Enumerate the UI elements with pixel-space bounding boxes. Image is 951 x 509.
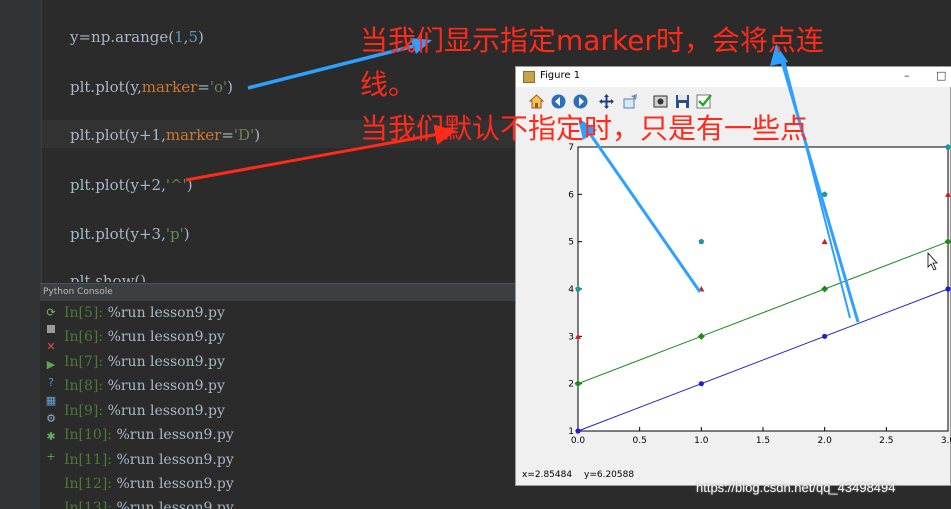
x-tick-label: 0.5: [633, 436, 647, 446]
y-tick-label: 3: [568, 332, 574, 342]
data-point: [822, 333, 828, 339]
code-line-4[interactable]: plt.plot(y+2,'^'): [70, 176, 193, 194]
editor-gutter: [0, 0, 42, 509]
close-icon[interactable]: ✕: [45, 341, 57, 353]
help-icon[interactable]: ?: [45, 377, 57, 389]
x-tick-label: 2.5: [879, 436, 893, 446]
data-point: [698, 381, 704, 387]
figure-app-icon: [523, 71, 535, 83]
back-icon[interactable]: [550, 93, 567, 110]
x-tick-label: 0.0: [571, 436, 586, 446]
stop-icon[interactable]: [45, 323, 57, 335]
settings-icon[interactable]: ⚙: [45, 413, 57, 425]
add-icon[interactable]: +: [45, 451, 57, 463]
run-icon[interactable]: ▶: [45, 359, 57, 371]
axes-frame: [577, 146, 949, 432]
data-point: [575, 428, 581, 434]
y-tick-label: 6: [568, 190, 574, 200]
console-line: In[9]: %run lesson9.py: [64, 403, 225, 419]
console-title: Python Console: [40, 283, 516, 301]
x-tick-label: 1.0: [694, 436, 709, 446]
figure-titlebar[interactable]: Figure 1 – □: [516, 67, 951, 87]
console-line: In[13]: %run lesson9.py: [64, 500, 234, 509]
zoom-icon[interactable]: [622, 93, 639, 110]
code-line-6[interactable]: plt.show(): [70, 272, 146, 282]
annotation-line3: 当我们默认不指定时，只是有一些点: [360, 112, 809, 145]
cursor-y-readout: y=6.20588: [584, 470, 635, 480]
data-point: [945, 144, 951, 150]
console-line: In[7]: %run lesson9.py: [64, 354, 225, 370]
y-tick-label: 4: [568, 285, 574, 295]
x-tick-label: 1.5: [756, 436, 770, 446]
home-icon[interactable]: [528, 93, 545, 110]
y-tick-label: 2: [568, 380, 574, 390]
console-line: In[11]: %run lesson9.py: [64, 452, 234, 468]
save-icon[interactable]: [674, 93, 691, 110]
code-line-5[interactable]: plt.plot(y+3,'p'): [70, 225, 190, 243]
data-point: [945, 286, 951, 292]
watermark: https://blog.csdn.net/qq_43498494: [696, 480, 896, 495]
annotation-line2: 线。: [360, 68, 417, 101]
maximize-button[interactable]: □: [936, 69, 946, 82]
minimize-button[interactable]: –: [904, 69, 910, 82]
code-line-3[interactable]: plt.plot(y+1,marker='D'): [70, 126, 260, 144]
code-line-1[interactable]: y=np.arange(1,5): [70, 28, 204, 46]
pan-icon[interactable]: [598, 93, 615, 110]
debug-icon[interactable]: ✱: [45, 431, 57, 443]
y-tick-label: 1: [568, 427, 574, 437]
console-line: In[5]: %run lesson9.py: [64, 305, 225, 321]
x-tick-label: 2.0: [818, 436, 833, 446]
y-tick-label: 5: [568, 238, 574, 248]
console-line: In[10]: %run lesson9.py: [64, 427, 234, 443]
console-line: In[6]: %run lesson9.py: [64, 329, 225, 345]
subplots-icon[interactable]: [652, 93, 669, 110]
plot-canvas[interactable]: 0.00.51.01.52.02.53.01234567: [516, 115, 951, 465]
code-line-2[interactable]: plt.plot(y,marker='o'): [70, 78, 233, 96]
check-icon[interactable]: [696, 93, 713, 110]
figure-title: Figure 1: [540, 70, 581, 81]
console-line: In[8]: %run lesson9.py: [64, 378, 225, 394]
console-toolbar: ⟳ ✕ ▶ ? ▦ ⚙ ✱ +: [42, 301, 60, 509]
rerun-icon[interactable]: ⟳: [45, 307, 57, 319]
forward-icon[interactable]: [572, 93, 589, 110]
annotation-line1: 当我们显示指定marker时，会将点连: [360, 24, 824, 57]
cursor-x-readout: x=2.85484: [522, 470, 573, 480]
x-tick-label: 3.0: [941, 436, 951, 446]
variables-icon[interactable]: ▦: [45, 395, 57, 407]
console-line: In[12]: %run lesson9.py: [64, 476, 234, 492]
